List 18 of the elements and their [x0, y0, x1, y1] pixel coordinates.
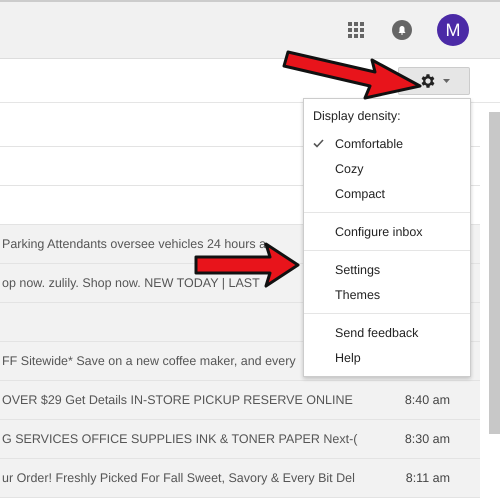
email-snippet: G SERVICES OFFICE SUPPLIES INK & TONER PAPER Next-(: [1, 432, 358, 446]
menu-item-label: Send feedback: [335, 326, 418, 340]
menu-item-label: Help: [335, 350, 361, 364]
menu-item-label: Comfortable: [335, 136, 404, 150]
menu-item-label: Configure inbox: [335, 224, 423, 238]
email-snippet: FF Sitewide* Save on a new coffee maker, and every: [1, 354, 296, 368]
menu-item-label: Compact: [335, 186, 386, 200]
email-time: 8:30 am: [404, 432, 451, 446]
menu-heading: Display density:: [312, 108, 402, 125]
email-snippet: op now. zulily. Shop now. NEW TODAY | LAST: [1, 276, 260, 290]
menu-item-label: Cozy: [335, 162, 364, 176]
email-snippet: OVER $29 Get Details IN-STORE PICKUP RESERVE ONLINE: [1, 393, 354, 407]
menu-item-label: Settings: [335, 262, 380, 276]
email-snippet: ur Order! Freshly Picked For Fall Sweet, Savory & Every Bit Del: [1, 471, 356, 485]
email-snippet: Parking Attendants oversee vehicles 24 hours a: [1, 237, 266, 251]
email-time: 8:11 am: [404, 471, 451, 485]
email-time: 8:40 am: [404, 393, 451, 407]
menu-item-label: Themes: [335, 288, 380, 302]
